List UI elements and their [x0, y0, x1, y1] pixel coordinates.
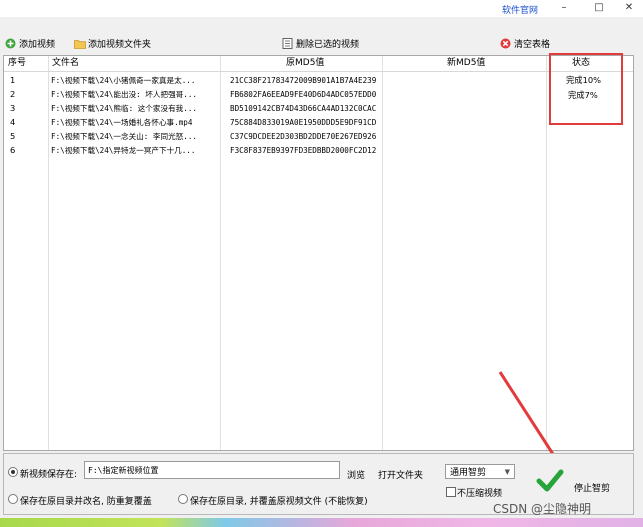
- checkmark-icon: [536, 466, 564, 497]
- open-folder-button[interactable]: 打开文件夹: [378, 468, 423, 481]
- annotation-arrows: [189, 371, 566, 512]
- save-new-label: 新视频保存在:: [20, 470, 78, 480]
- chevron-down-icon: ▼: [504, 467, 510, 476]
- save-new-radio[interactable]: [8, 467, 18, 477]
- save-original-rename-radio[interactable]: [8, 494, 18, 504]
- save-original-overwrite-label: 保存在原目录, 并覆盖原视频文件 (不能恢复): [190, 497, 368, 507]
- save-path-input[interactable]: [84, 461, 340, 479]
- save-original-overwrite-radio[interactable]: [178, 494, 188, 504]
- bottom-color-strip: [0, 518, 643, 527]
- stop-button-label: 停止智剪: [574, 483, 611, 494]
- no-compress-label: 不压缩视频: [457, 489, 503, 499]
- browse-button[interactable]: 浏览: [347, 468, 365, 481]
- no-compress-checkbox[interactable]: [446, 487, 456, 497]
- speed-select[interactable]: 通用智剪 ▼: [445, 464, 515, 479]
- stop-button[interactable]: 停止智剪: [534, 461, 630, 501]
- speed-select-value: 通用智剪: [450, 468, 487, 478]
- watermark-text: CSDN @尘隐神明: [493, 502, 592, 516]
- save-original-rename-label: 保存在原目录并改名, 防重复覆盖: [20, 497, 152, 507]
